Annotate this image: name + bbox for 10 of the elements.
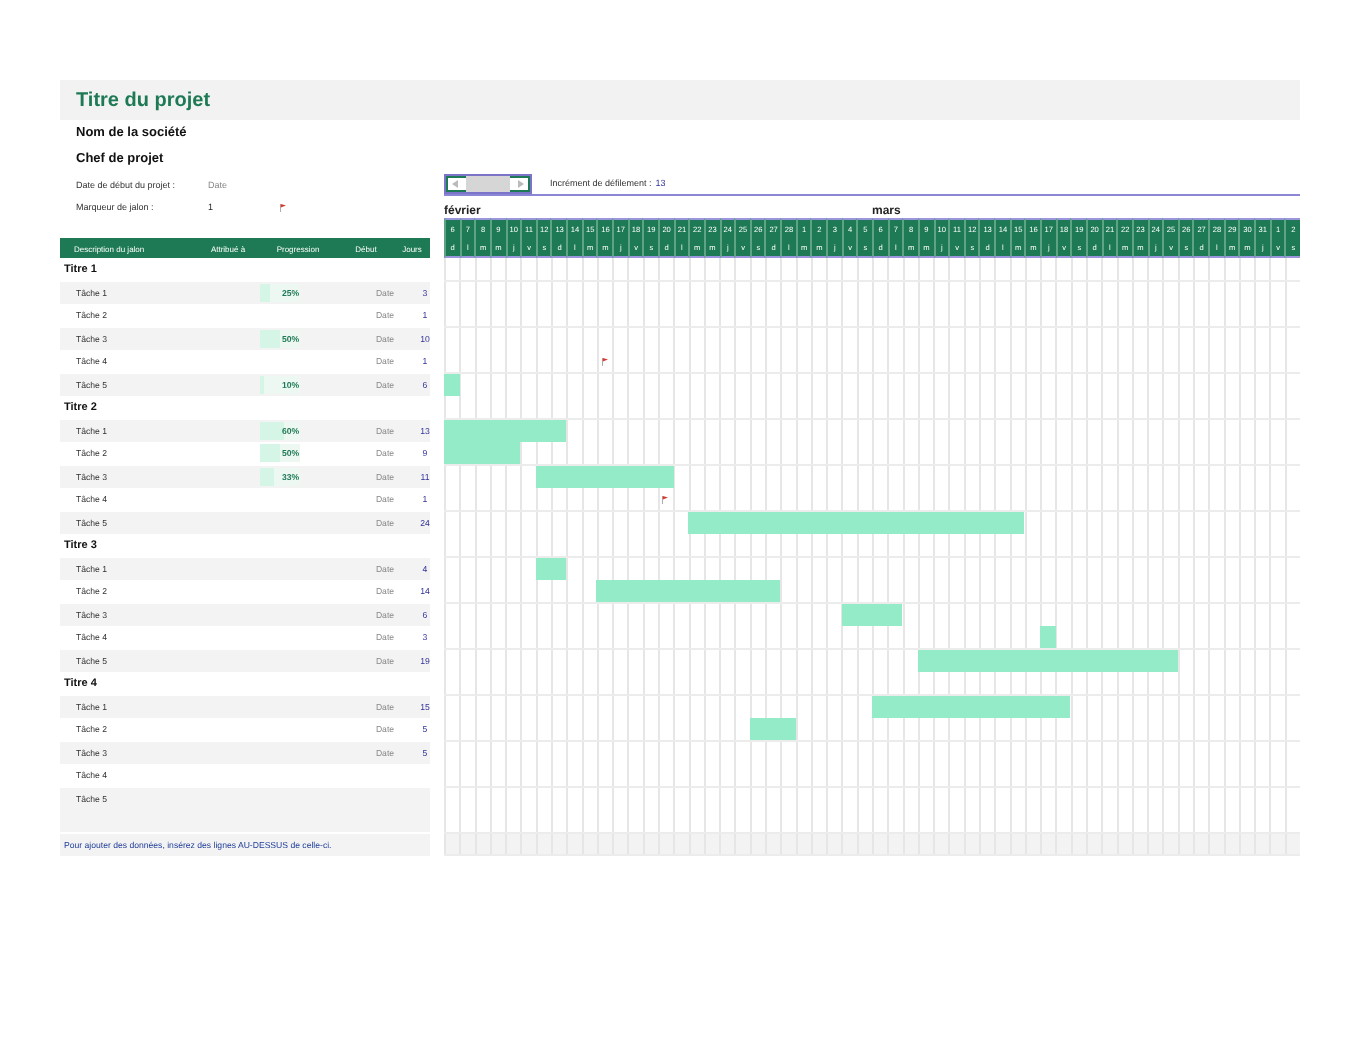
gantt-bar	[841, 603, 903, 625]
flag-icon	[662, 495, 669, 503]
flag-icon	[601, 357, 608, 365]
gantt-bar	[535, 465, 674, 487]
flag-icon	[280, 203, 286, 211]
gantt-bar	[749, 718, 796, 740]
gantt-bar	[535, 557, 567, 579]
scroll-bar[interactable]	[444, 173, 532, 193]
gantt-bar	[444, 373, 460, 395]
project-title: Titre du projet	[60, 80, 1300, 120]
